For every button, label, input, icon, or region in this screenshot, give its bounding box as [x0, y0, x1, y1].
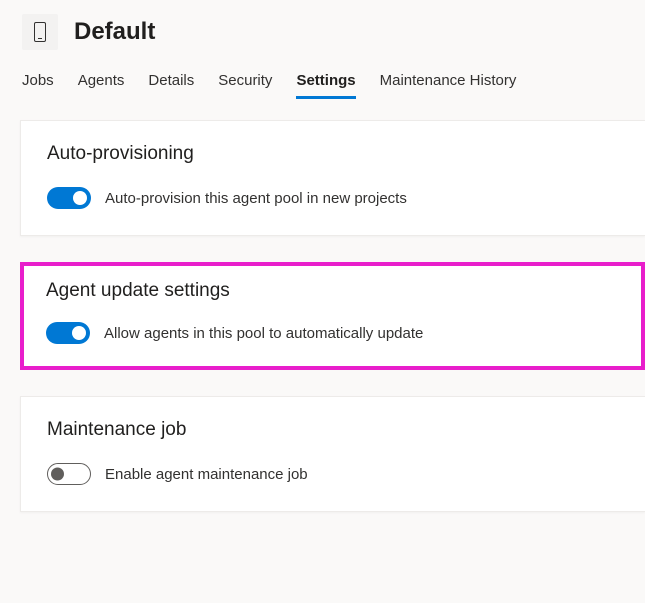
- auto-provisioning-toggle[interactable]: [47, 187, 91, 209]
- tab-agents[interactable]: Agents: [78, 66, 125, 99]
- auto-provisioning-label: Auto-provision this agent pool in new pr…: [105, 190, 407, 207]
- pool-icon-container: [22, 14, 58, 50]
- agent-update-card: Agent update settings Allow agents in th…: [20, 262, 645, 370]
- tab-details[interactable]: Details: [148, 66, 194, 99]
- tab-settings[interactable]: Settings: [296, 66, 355, 99]
- page-header: Default: [0, 0, 645, 58]
- device-icon: [34, 22, 46, 42]
- toggle-knob: [72, 326, 86, 340]
- agent-update-toggle[interactable]: [46, 322, 90, 344]
- auto-provisioning-row: Auto-provision this agent pool in new pr…: [47, 187, 619, 209]
- agent-update-title: Agent update settings: [46, 280, 619, 302]
- toggle-knob: [73, 191, 87, 205]
- agent-update-row: Allow agents in this pool to automatical…: [46, 322, 619, 344]
- maintenance-job-row: Enable agent maintenance job: [47, 463, 619, 485]
- auto-provisioning-title: Auto-provisioning: [47, 143, 619, 165]
- settings-content: Auto-provisioning Auto-provision this ag…: [0, 100, 645, 558]
- tab-maintenance-history[interactable]: Maintenance History: [380, 66, 517, 99]
- maintenance-job-card: Maintenance job Enable agent maintenance…: [20, 396, 645, 512]
- page-title: Default: [74, 18, 155, 46]
- auto-provisioning-card: Auto-provisioning Auto-provision this ag…: [20, 120, 645, 236]
- maintenance-job-title: Maintenance job: [47, 419, 619, 441]
- tab-bar: Jobs Agents Details Security Settings Ma…: [0, 58, 645, 100]
- tab-jobs[interactable]: Jobs: [22, 66, 54, 99]
- maintenance-job-toggle[interactable]: [47, 463, 91, 485]
- tab-security[interactable]: Security: [218, 66, 272, 99]
- maintenance-job-label: Enable agent maintenance job: [105, 466, 308, 483]
- toggle-knob: [51, 468, 64, 481]
- agent-update-label: Allow agents in this pool to automatical…: [104, 325, 423, 342]
